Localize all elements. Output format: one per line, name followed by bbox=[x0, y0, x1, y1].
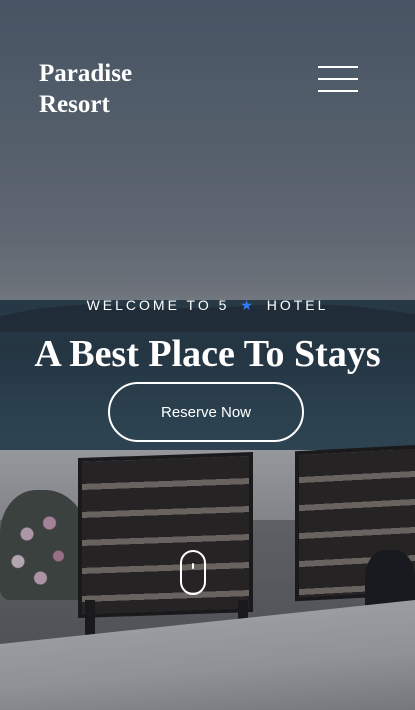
welcome-text-after: HOTEL bbox=[266, 297, 329, 313]
hero-headline: A Best Place To Stays bbox=[34, 333, 381, 375]
logo-line-1: Paradise bbox=[39, 60, 133, 87]
hamburger-menu-icon[interactable] bbox=[318, 66, 358, 92]
menu-bar bbox=[318, 90, 358, 92]
logo-line-2: Resort bbox=[39, 91, 110, 118]
hero-section: Paradise Resort WELCOME TO 5 ★ HOTEL A B… bbox=[0, 0, 415, 710]
star-icon: ★ bbox=[240, 297, 256, 313]
scroll-wheel-dot bbox=[192, 563, 194, 569]
site-logo[interactable]: Paradise Resort bbox=[39, 58, 132, 120]
mouse-scroll-icon[interactable] bbox=[180, 550, 206, 595]
menu-bar bbox=[318, 78, 358, 80]
welcome-text-before: WELCOME TO 5 bbox=[86, 297, 230, 313]
menu-bar bbox=[318, 66, 358, 68]
welcome-tagline: WELCOME TO 5 ★ HOTEL bbox=[0, 297, 415, 314]
reserve-now-button[interactable]: Reserve Now bbox=[108, 382, 304, 442]
